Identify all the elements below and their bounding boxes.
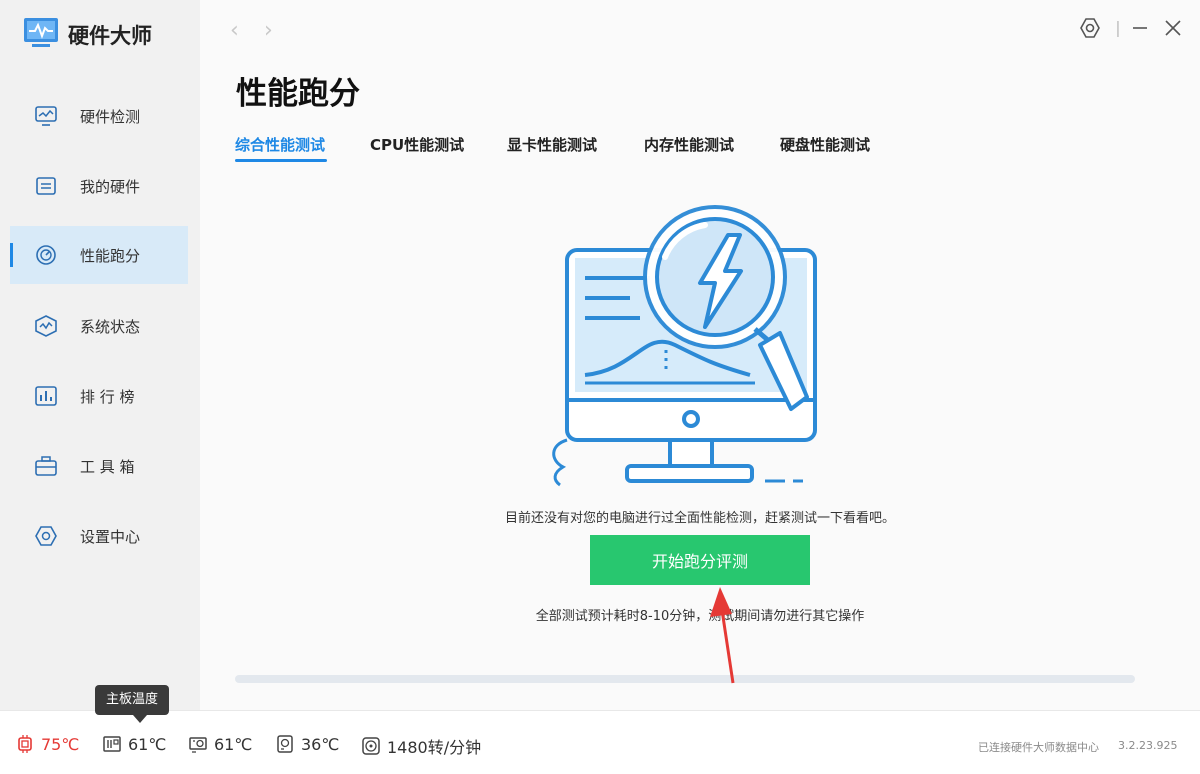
motherboard-temp-value: 61℃: [128, 734, 167, 754]
settings-icon: [35, 526, 57, 546]
fan-speed-value: 1480转/分钟: [387, 738, 482, 757]
monitor-pulse-icon: [24, 18, 58, 47]
sidebar-item-system-status[interactable]: 系统状态: [10, 297, 188, 355]
active-tab-indicator: [235, 159, 327, 162]
sidebar-item-my-hardware[interactable]: 我的硬件: [10, 157, 188, 215]
app-title: 硬件大师: [68, 24, 152, 48]
my-hardware-icon: [36, 177, 56, 195]
disk-temp-value: 36℃: [301, 734, 340, 754]
sidebar-item-label: 性能跑分: [80, 247, 141, 265]
sidebar-item-toolbox[interactable]: 工 具 箱: [10, 437, 188, 495]
annotation-arrow: [710, 587, 735, 684]
cpu-temp-stat: 75℃: [15, 734, 79, 754]
tab-memory[interactable]: 内存性能测试: [644, 134, 734, 155]
sidebar-item-label: 工 具 箱: [80, 458, 135, 476]
page-title: 性能跑分: [236, 76, 360, 112]
motherboard-temp-icon: [103, 736, 121, 752]
benchmark-illustration: [552, 205, 817, 487]
tooltip: 主板温度: [95, 685, 170, 723]
version-label: 3.2.23.925: [1118, 739, 1178, 752]
sidebar: 硬件大师 硬件检测 我的硬件 性能跑分 系统状态 排 行 榜 工 具 箱 设置中…: [0, 0, 200, 710]
disk-temp-stat: 36℃: [275, 734, 339, 754]
toolbox-icon: [35, 456, 57, 476]
settings-icon[interactable]: [1078, 16, 1102, 40]
motherboard-temp-stat: 61℃: [102, 734, 166, 754]
minimize-icon[interactable]: [1128, 16, 1152, 40]
system-status-icon: [35, 315, 57, 337]
sidebar-item-label: 设置中心: [80, 528, 141, 546]
empty-state-message: 目前还没有对您的电脑进行过全面性能检测，赶紧测试一下看看吧。: [504, 511, 895, 526]
hardware-check-icon: [35, 106, 57, 126]
disk-temp-icon: [277, 735, 293, 753]
cpu-temp-value: 75℃: [41, 734, 80, 754]
speedometer-icon: [36, 245, 56, 265]
sidebar-item-ranking[interactable]: 排 行 榜: [10, 367, 188, 425]
sidebar-item-label: 排 行 榜: [80, 388, 135, 406]
gpu-temp-value: 61℃: [214, 734, 253, 754]
sidebar-item-settings[interactable]: 设置中心: [10, 507, 188, 565]
tab-gpu[interactable]: 显卡性能测试: [507, 134, 597, 155]
window-divider: |: [1115, 18, 1121, 37]
close-icon[interactable]: [1161, 16, 1185, 40]
sidebar-item-label: 我的硬件: [80, 178, 141, 196]
gpu-temp-stat: 61℃: [188, 734, 252, 754]
tab-cpu[interactable]: CPU性能测试: [370, 134, 464, 155]
start-benchmark-button[interactable]: 开始跑分评测: [590, 535, 810, 585]
ranking-icon: [35, 386, 57, 406]
forward-arrow-icon[interactable]: ›: [264, 18, 284, 43]
status-bar: 75℃ 61℃ 61℃ 36℃ 1480转/分钟 已连接硬件大师数据中心 3.2…: [0, 710, 1200, 774]
connection-status: 已连接硬件大师数据中心: [978, 741, 1099, 754]
main-panel: ‹ › | 性能跑分 综合性能测试 CPU性能测试 显卡性能测试 内存性能测试 …: [200, 0, 1200, 710]
sidebar-item-label: 硬件检测: [80, 108, 141, 126]
cpu-temp-icon: [18, 735, 32, 753]
gpu-temp-icon: [189, 737, 207, 753]
sidebar-item-hardware-check[interactable]: 硬件检测: [10, 87, 188, 145]
sidebar-item-label: 系统状态: [80, 318, 141, 336]
tab-disk[interactable]: 硬盘性能测试: [780, 134, 870, 155]
tab-overall[interactable]: 综合性能测试: [235, 134, 325, 155]
fan-icon: [362, 737, 380, 755]
progress-bar: [235, 675, 1135, 683]
fan-speed-stat: 1480转/分钟: [361, 734, 481, 758]
back-arrow-icon[interactable]: ‹: [230, 18, 250, 43]
sidebar-item-benchmark[interactable]: 性能跑分: [10, 226, 188, 284]
